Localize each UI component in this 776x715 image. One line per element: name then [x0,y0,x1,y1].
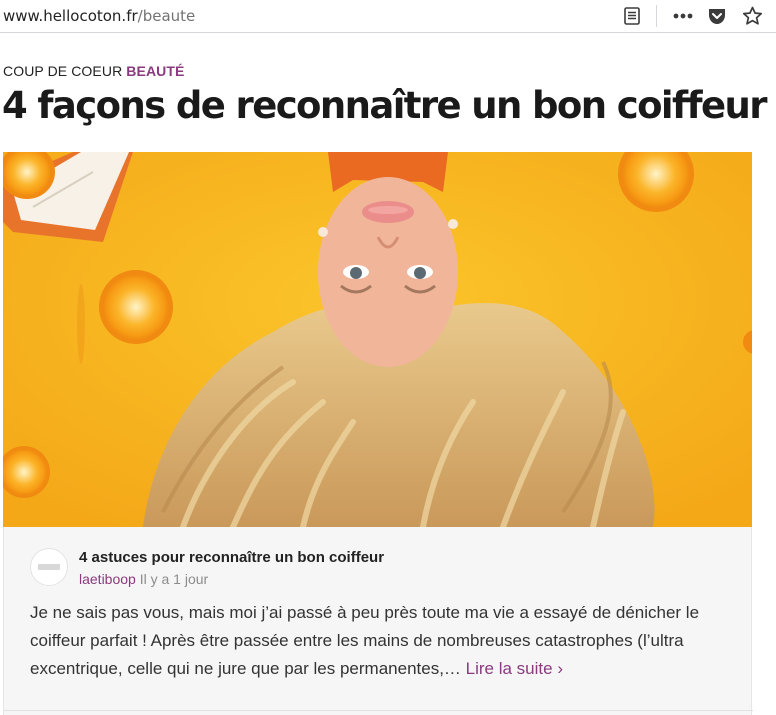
face-shape [318,177,458,367]
article-kicker: COUP DE COEUR BEAUTÉ [3,63,184,79]
avatar-logo-icon [38,564,60,570]
article-headline[interactable]: 4 façons de reconnaître un bon coiffeur [2,84,772,127]
post-excerpt-text: Je ne sais pas vous, mais moi j’ai passé… [30,603,700,678]
browser-toolbar: www.hellocoton.fr/beaute [0,0,776,33]
card-divider [4,710,753,711]
post-title[interactable]: 4 astuces pour reconnaître un bon coiffe… [79,549,384,566]
url-text[interactable]: www.hellocoton.fr/beaute [3,7,195,25]
kicker-category-link[interactable]: BEAUTÉ [126,63,184,79]
pocket-icon[interactable] [705,4,729,28]
kicker-prefix: COUP DE COEUR [3,63,123,79]
url-domain: www.hellocoton.fr [3,7,138,25]
reader-view-icon[interactable] [620,4,644,28]
avatar[interactable] [30,548,68,586]
more-icon[interactable] [671,4,695,28]
read-more-link[interactable]: Lire la suite › [466,659,563,678]
toolbar-divider [656,5,657,27]
post-card[interactable]: 4 astuces pour reconnaître un bon coiffe… [3,527,753,715]
bookmark-star-icon[interactable] [740,4,764,28]
hero-image[interactable] [3,152,752,527]
post-excerpt: Je ne sais pas vous, mais moi j’ai passé… [30,599,730,683]
address-bar[interactable]: www.hellocoton.fr/beaute [0,1,658,31]
url-path: /beaute [137,7,196,25]
post-meta: laetiboop Il y a 1 jour [79,571,208,587]
post-timestamp: Il y a 1 jour [139,571,209,587]
post-author-link[interactable]: laetiboop [79,571,136,587]
